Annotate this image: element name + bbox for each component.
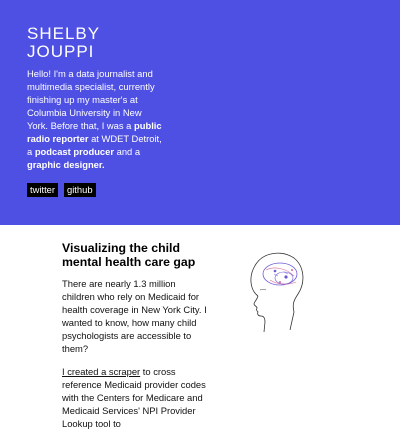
author-name-line1: SHELBY bbox=[27, 24, 101, 43]
social-links: twitter github bbox=[27, 183, 96, 197]
author-name: SHELBY JOUPPI bbox=[27, 25, 100, 61]
head-with-brain-map-icon bbox=[250, 252, 304, 333]
author-bio: Hello! I'm a data journalist and multime… bbox=[27, 67, 165, 171]
twitter-link[interactable]: twitter bbox=[27, 183, 59, 197]
bio-role-design: graphic designer. bbox=[27, 159, 105, 170]
bio-text-3: and a bbox=[114, 146, 141, 157]
hero-section: SHELBY JOUPPI Hello! I'm a data journali… bbox=[0, 0, 400, 225]
author-name-line2: JOUPPI bbox=[27, 42, 95, 61]
github-link[interactable]: github bbox=[64, 183, 96, 197]
scraper-link[interactable]: I created a scraper bbox=[62, 366, 140, 377]
project-title: Visualizing the child mental health care… bbox=[62, 241, 196, 269]
project-details: I created a scraper to cross reference M… bbox=[62, 365, 210, 430]
project-description: There are nearly 1.3 million children wh… bbox=[62, 278, 207, 354]
bio-role-podcast: podcast producer bbox=[34, 146, 115, 157]
project-card: Visualizing the child mental health care… bbox=[62, 241, 210, 430]
